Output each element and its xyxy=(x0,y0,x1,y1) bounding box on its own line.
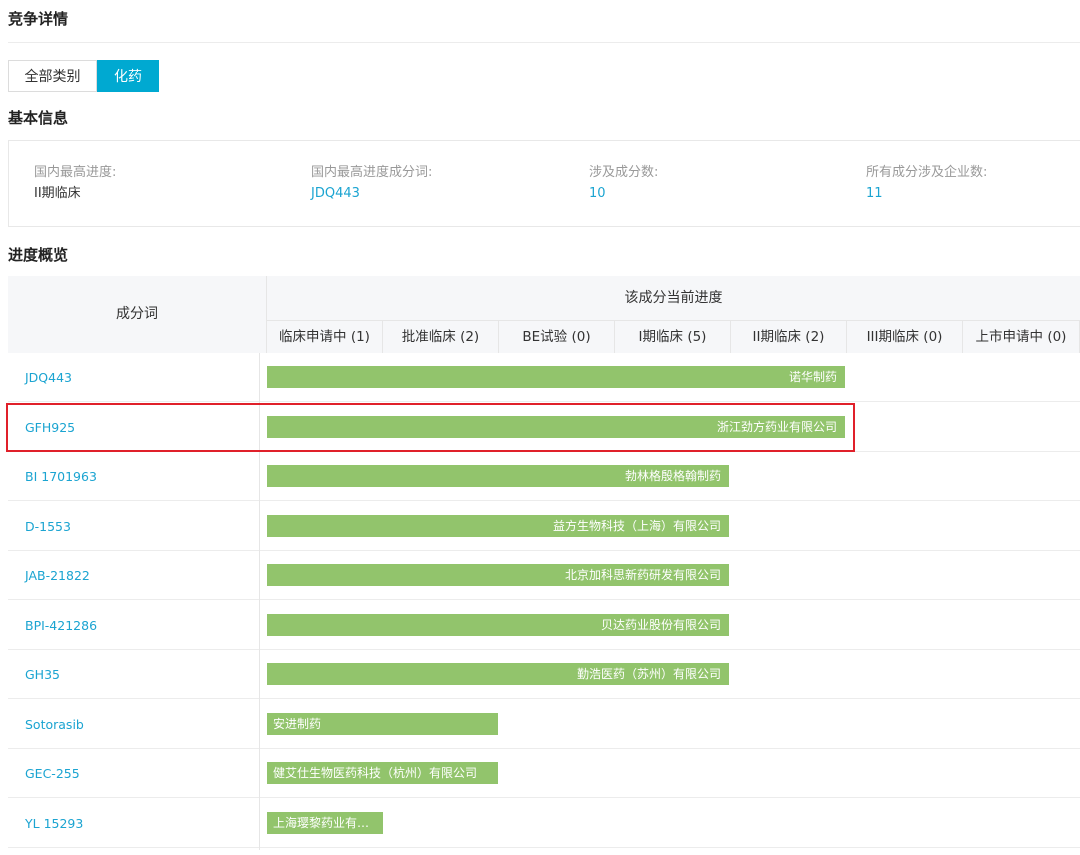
table-header: 成分词 该成分当前进度 临床申请中 (1) 批准临床 (2) BE试验 (0) I期临… xyxy=(8,276,1080,353)
page-title: 竞争详情 xyxy=(8,10,69,28)
table-row: JAB-21822 北京加科思新药研发有限公司 xyxy=(8,551,1080,600)
ingredient-link[interactable]: BPI-421286 xyxy=(25,601,97,650)
progress-bar[interactable]: 益方生物科技（上海）有限公司 xyxy=(267,515,729,537)
info-label: 国内最高进度: xyxy=(34,165,117,180)
stage-header: I期临床 (5) xyxy=(615,321,731,353)
progress-bar[interactable]: 健艾仕生物医药科技（杭州）有限公司 xyxy=(267,762,498,784)
info-ingredient-count: 涉及成分数: 10 xyxy=(589,164,658,203)
info-highest-progress-ingredient: 国内最高进度成分词: JDQ443 xyxy=(311,164,432,203)
table-row: BPI-421286 贝达药业股份有限公司 xyxy=(8,601,1080,650)
progress-bar[interactable]: 上海璎黎药业有… xyxy=(267,812,383,834)
stage-header: II期临床 (2) xyxy=(731,321,847,353)
progress-bar[interactable]: 浙江劲方药业有限公司 xyxy=(267,416,845,438)
table-row: GH35 勤浩医药（苏州）有限公司 xyxy=(8,650,1080,699)
table-row: BI 1701963 勃林格殷格翰制药 xyxy=(8,452,1080,501)
progress-bar[interactable]: 勤浩医药（苏州）有限公司 xyxy=(267,663,729,685)
current-progress-header: 该成分当前进度 xyxy=(267,276,1080,321)
title-divider xyxy=(8,42,1080,43)
info-value-link[interactable]: JDQ443 xyxy=(311,185,432,203)
progress-table: 成分词 该成分当前进度 临床申请中 (1) 批准临床 (2) BE试验 (0) I期临… xyxy=(8,276,1080,855)
ingredient-link[interactable]: BI 1701963 xyxy=(25,452,97,501)
info-value: II期临床 xyxy=(34,186,81,201)
table-row: Sotorasib 安进制药 xyxy=(8,700,1080,749)
ingredient-link[interactable]: D-1553 xyxy=(25,502,71,551)
progress-bar[interactable]: 勃林格殷格翰制药 xyxy=(267,465,729,487)
table-row: GEC-255 健艾仕生物医药科技（杭州）有限公司 xyxy=(8,749,1080,798)
ingredient-link[interactable]: JDQ443 xyxy=(25,353,72,402)
ingredient-link[interactable]: YL 15293 xyxy=(25,799,83,848)
info-label: 所有成分涉及企业数: xyxy=(866,165,988,180)
info-highest-progress: 国内最高进度: II期临床 xyxy=(34,164,116,203)
ingredient-link[interactable]: JAB-21822 xyxy=(25,551,90,600)
basic-info-title: 基本信息 xyxy=(8,109,69,127)
table-row: YL 15293 上海璎黎药业有… xyxy=(8,799,1080,848)
basic-info-panel: 国内最高进度: II期临床 国内最高进度成分词: JDQ443 涉及成分数: 1… xyxy=(8,140,1080,227)
table-row: GFH925 浙江劲方药业有限公司 xyxy=(8,403,1080,452)
tab-chemical-drug[interactable]: 化药 xyxy=(97,60,159,92)
stage-header: 上市申请中 (0) xyxy=(963,321,1080,353)
ingredient-link[interactable]: GFH925 xyxy=(25,403,75,452)
ingredient-link[interactable]: Sotorasib xyxy=(25,700,84,749)
stage-header: BE试验 (0) xyxy=(499,321,615,353)
ingredient-column-header: 成分词 xyxy=(8,276,267,353)
info-label: 国内最高进度成分词: xyxy=(311,165,433,180)
name-column-separator xyxy=(259,353,260,850)
info-company-count: 所有成分涉及企业数: 11 xyxy=(866,164,987,203)
table-row: D-1553 益方生物科技（上海）有限公司 xyxy=(8,502,1080,551)
progress-bar[interactable]: 安进制药 xyxy=(267,713,498,735)
stage-header: 批准临床 (2) xyxy=(383,321,499,353)
ingredient-link[interactable]: GH35 xyxy=(25,650,60,699)
table-row: JDQ443 诺华制药 xyxy=(8,353,1080,402)
stage-header: 临床申请中 (1) xyxy=(267,321,383,353)
progress-overview-title: 进度概览 xyxy=(8,246,69,264)
info-value-link[interactable]: 11 xyxy=(866,185,987,203)
progress-bar[interactable]: 贝达药业股份有限公司 xyxy=(267,614,729,636)
info-value-link[interactable]: 10 xyxy=(589,185,658,203)
ingredient-link[interactable]: GEC-255 xyxy=(25,749,80,798)
category-tabs: 全部类别 化药 xyxy=(8,60,159,92)
progress-bar[interactable]: 北京加科思新药研发有限公司 xyxy=(267,564,729,586)
info-label: 涉及成分数: xyxy=(589,165,659,180)
progress-bar[interactable]: 诺华制药 xyxy=(267,366,845,388)
tab-all-categories[interactable]: 全部类别 xyxy=(8,60,97,92)
stage-header: III期临床 (0) xyxy=(847,321,963,353)
